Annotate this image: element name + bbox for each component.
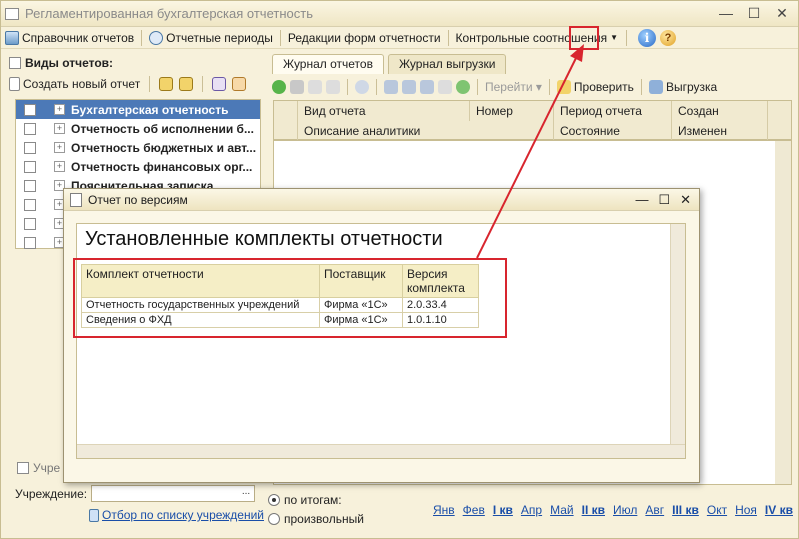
annotation-arrow xyxy=(476,44,584,259)
